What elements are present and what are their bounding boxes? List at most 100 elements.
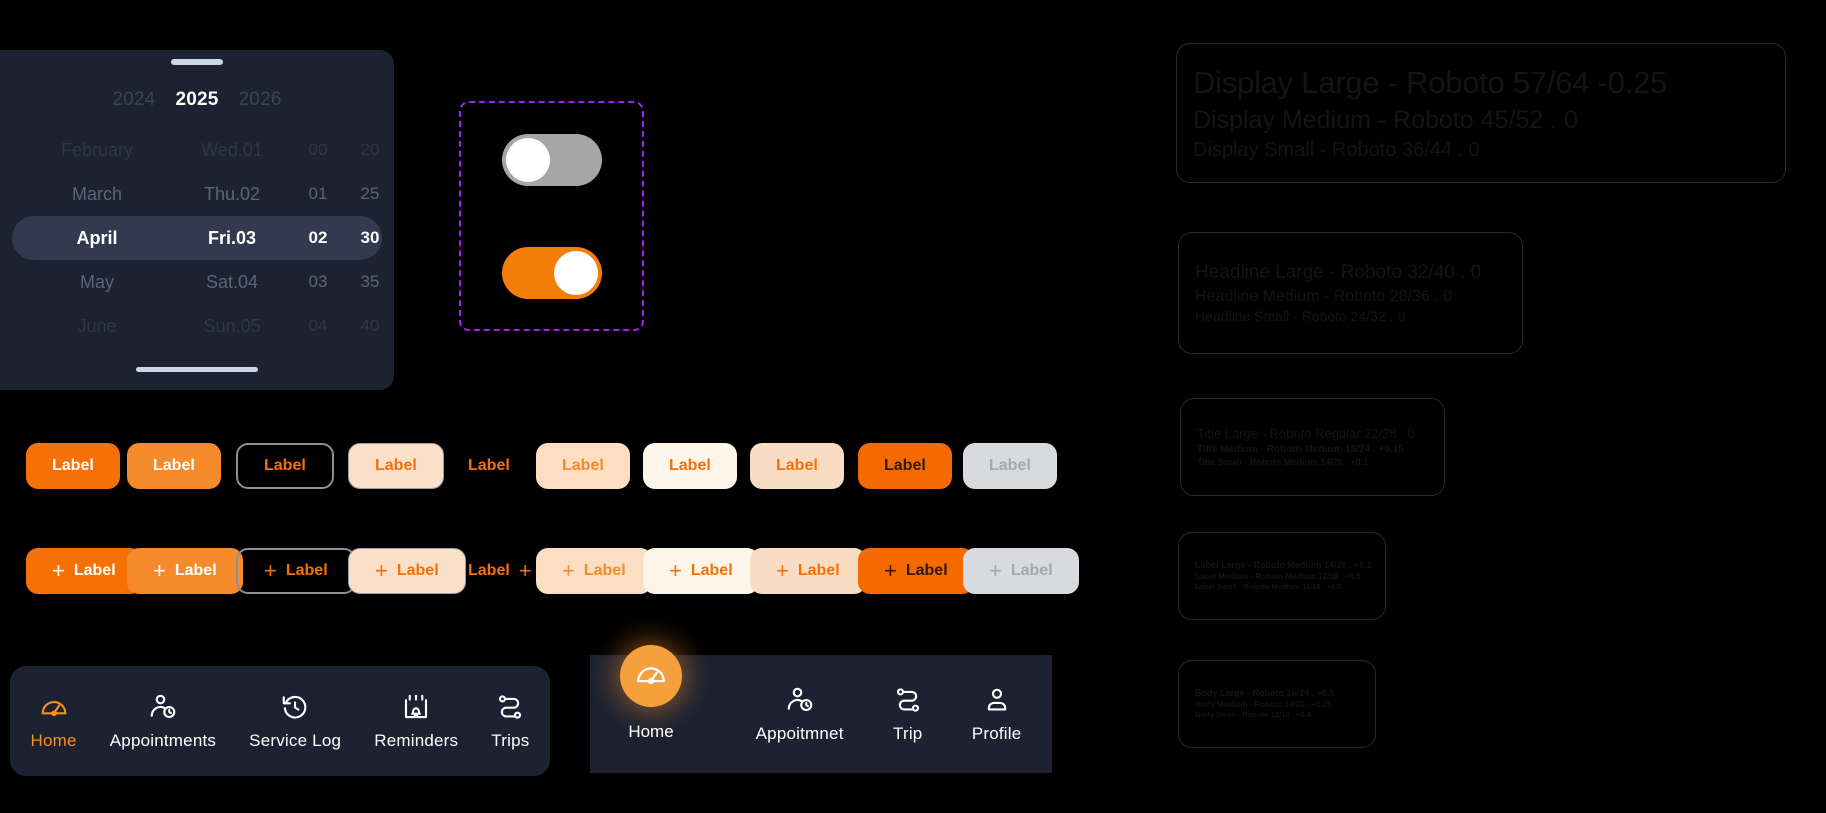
plus-icon: + — [562, 558, 575, 583]
button-strong-with-icon[interactable]: + Label — [858, 548, 974, 594]
button-text[interactable]: Label — [460, 443, 518, 489]
nav-item-appointment[interactable]: Appoitmnet — [756, 685, 844, 744]
minute-cell[interactable]: 35 — [344, 272, 394, 292]
button-tonal-with-icon[interactable]: + Label — [348, 548, 466, 594]
button-tonal-light[interactable]: Label — [536, 443, 630, 489]
nav-label: Trips — [491, 730, 530, 750]
button-white[interactable]: Label — [643, 443, 737, 489]
button-filled-with-icon[interactable]: + Label — [26, 548, 142, 594]
button-label: Label — [468, 562, 510, 579]
day-cell[interactable]: Fri.03 — [172, 228, 292, 249]
minute-cell[interactable]: 25 — [344, 184, 394, 204]
nav-item-trip[interactable]: Trip — [893, 685, 923, 744]
floating-home-button-label: Home — [628, 722, 674, 741]
minute-cell[interactable]: 20 — [344, 140, 394, 160]
hour-cell[interactable]: 00 — [292, 140, 344, 160]
button-label: Label — [583, 562, 626, 579]
day-cell[interactable]: Sat.04 — [172, 272, 292, 293]
plus-icon: + — [52, 558, 65, 583]
nav-item-home[interactable]: Home — [31, 692, 77, 751]
floating-home-button[interactable] — [620, 645, 682, 707]
button-tonal-alt[interactable]: Label — [750, 443, 844, 489]
screen-canvas: 2024 2025 2026 February Wed.01 00 20 Mar… — [0, 0, 1826, 813]
picker-row[interactable]: June Sun.05 04 40 — [12, 304, 382, 348]
month-cell[interactable]: May — [22, 272, 172, 293]
button-label: Label — [396, 562, 439, 579]
button-strong[interactable]: Label — [858, 443, 952, 489]
button-white-with-icon[interactable]: + Label — [643, 548, 759, 594]
year-option-prev[interactable]: 2024 — [112, 89, 155, 111]
type-spec-title-medium: Title Medium - Roboto Medium 16/24 . +0.… — [1197, 443, 1404, 455]
button-tonal-light-with-icon[interactable]: + Label — [536, 548, 652, 594]
type-spec-display-large: Display Large - Roboto 57/64 -0.25 — [1193, 64, 1668, 100]
picker-row[interactable]: May Sat.04 03 35 — [12, 260, 382, 304]
person-icon — [982, 685, 1012, 715]
month-cell[interactable]: June — [22, 316, 172, 337]
minute-cell[interactable]: 40 — [344, 316, 394, 336]
button-label: Label — [797, 562, 840, 579]
picker-row-selected[interactable]: April Fri.03 02 30 — [12, 216, 382, 260]
picker-row[interactable]: March Thu.02 01 25 — [12, 172, 382, 216]
toggle-knob-icon — [505, 137, 550, 182]
month-cell[interactable]: February — [22, 140, 172, 161]
minute-cell[interactable]: 30 — [344, 228, 394, 248]
button-filled[interactable]: Label — [26, 443, 120, 489]
button-label: Label — [73, 562, 116, 579]
nav-item-appointments[interactable]: Appointments — [110, 692, 216, 751]
button-label: Label — [52, 457, 94, 474]
button-label: Label — [776, 457, 818, 474]
nav-item-reminders[interactable]: Reminders — [374, 692, 458, 751]
hour-cell[interactable]: 01 — [292, 184, 344, 204]
year-option-selected[interactable]: 2025 — [175, 89, 218, 111]
home-indicator — [136, 367, 258, 372]
hour-cell[interactable]: 04 — [292, 316, 344, 336]
type-spec-display-small: Display Small - Roboto 36/44 . 0 — [1193, 139, 1480, 162]
datetime-picker[interactable]: 2024 2025 2026 February Wed.01 00 20 Mar… — [0, 50, 394, 390]
plus-icon: + — [264, 558, 277, 583]
route-icon — [495, 692, 525, 722]
button-disabled: Label — [963, 443, 1057, 489]
type-scale-panel-display: Display Large - Roboto 57/64 -0.25 Displ… — [1176, 43, 1786, 183]
type-spec-headline-medium: Headline Medium - Roboto 28/36 . 0 — [1195, 287, 1453, 305]
toggle-switch-on[interactable] — [501, 246, 602, 299]
type-scale-panel-headline: Headline Large - Roboto 32/40 . 0 Headli… — [1178, 232, 1523, 354]
speedometer-icon — [39, 692, 69, 722]
year-option-next[interactable]: 2026 — [239, 89, 282, 111]
button-label: Label — [468, 457, 510, 474]
type-spec-headline-small: Headline Small - Roboto 24/32 . 0 — [1195, 308, 1406, 325]
button-label: Label — [1010, 562, 1053, 579]
hour-cell[interactable]: 03 — [292, 272, 344, 292]
nav-label: Home — [30, 730, 77, 750]
nav-label: Profile — [971, 723, 1022, 743]
picker-row[interactable]: February Wed.01 00 20 — [12, 128, 382, 172]
hour-cell[interactable]: 02 — [292, 228, 344, 248]
button-label: Label — [884, 457, 926, 474]
button-tonal-alt-with-icon[interactable]: + Label — [750, 548, 866, 594]
toggle-switch-off[interactable] — [501, 133, 602, 186]
drag-handle-icon[interactable] — [171, 59, 223, 65]
button-tonal[interactable]: Label — [348, 443, 444, 489]
nav-item-profile[interactable]: Profile — [972, 685, 1022, 744]
day-cell[interactable]: Thu.02 — [172, 184, 292, 205]
day-cell[interactable]: Sun.05 — [172, 316, 292, 337]
day-cell[interactable]: Wed.01 — [172, 140, 292, 161]
month-cell[interactable]: March — [22, 184, 172, 205]
year-selector[interactable]: 2024 2025 2026 — [0, 89, 394, 111]
datetime-wheel-rows[interactable]: February Wed.01 00 20 March Thu.02 01 25… — [0, 128, 394, 348]
type-spec-label-large: Label Large - Roboto Medium 14/20 . +0.1 — [1195, 560, 1372, 571]
month-cell[interactable]: April — [22, 228, 172, 249]
type-scale-panel-label: Label Large - Roboto Medium 14/20 . +0.1… — [1178, 532, 1386, 620]
button-label: Label — [669, 457, 711, 474]
calendar-bell-icon — [401, 692, 431, 722]
bottom-navigation-bar-primary[interactable]: Home Appointments Service Log Reminders … — [10, 666, 550, 776]
person-clock-icon — [785, 685, 815, 715]
button-outlined[interactable]: Label — [236, 443, 334, 489]
button-filled-soft[interactable]: Label — [127, 443, 221, 489]
button-filled-soft-with-icon[interactable]: + Label — [127, 548, 243, 594]
nav-item-trips[interactable]: Trips — [491, 692, 529, 751]
button-text-with-icon[interactable]: Label + — [460, 548, 540, 594]
nav-item-service-log[interactable]: Service Log — [249, 692, 341, 751]
type-spec-display-medium: Display Medium - Roboto 45/52 . 0 — [1193, 105, 1578, 134]
button-outlined-with-icon[interactable]: + Label — [236, 548, 356, 594]
route-icon — [893, 685, 923, 715]
